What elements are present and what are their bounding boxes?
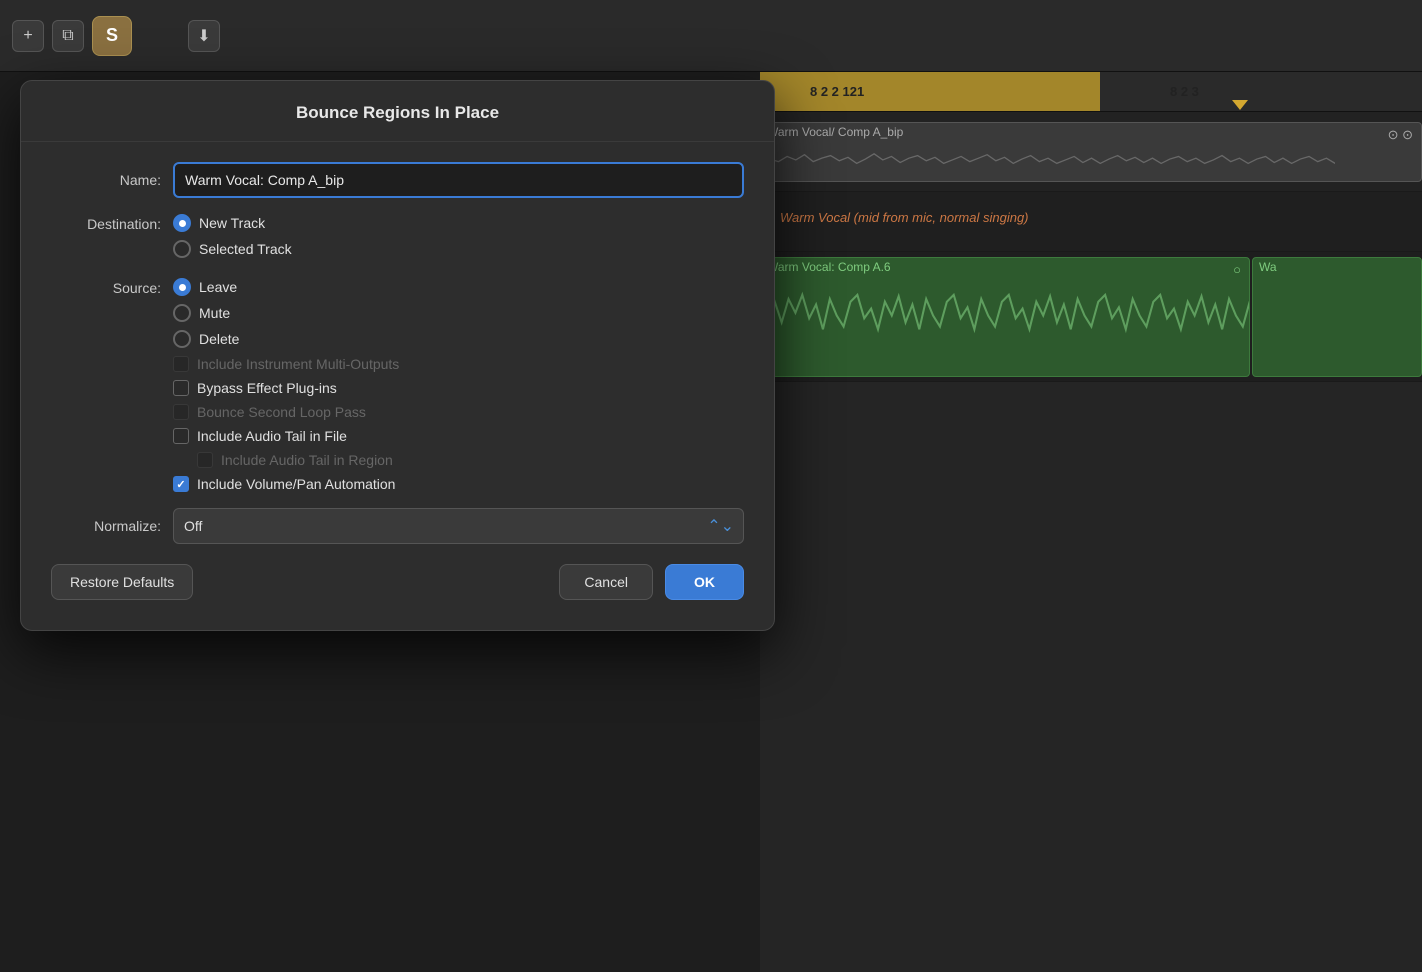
source-mute-radio[interactable]: [173, 304, 191, 322]
checkbox-volume-pan-automation-label: Include Volume/Pan Automation: [197, 476, 395, 492]
top-toolbar: + ⧉ S ⬇: [0, 0, 1422, 72]
destination-label: Destination:: [51, 214, 161, 232]
s-button[interactable]: S: [92, 16, 132, 56]
button-row: Restore Defaults Cancel OK: [21, 564, 774, 600]
link-icon: ⊙ ⊙: [1388, 127, 1413, 143]
name-input[interactable]: [173, 162, 744, 198]
track-row-green: Warm Vocal: Comp A.6 ○ Wa: [760, 252, 1422, 382]
checkbox-section: Include Instrument Multi-Outputs Bypass …: [173, 356, 744, 492]
source-delete[interactable]: Delete: [173, 330, 239, 348]
dialog-body: Name: Destination: New Track Selected Tr…: [21, 142, 774, 544]
bounce-regions-dialog: Bounce Regions In Place Name: Destinatio…: [20, 80, 775, 631]
restore-defaults-button[interactable]: Restore Defaults: [51, 564, 193, 600]
region-label-warm-vocal-comp: Warm Vocal/ Comp A_bip: [761, 122, 909, 143]
ruler-label-2: 8 2 3: [1150, 84, 1219, 99]
checkbox-volume-pan-automation[interactable]: Include Volume/Pan Automation: [173, 476, 744, 492]
duplicate-button[interactable]: ⧉: [52, 20, 84, 52]
checkbox-audio-tail-file-label: Include Audio Tail in File: [197, 428, 347, 444]
destination-selected-track-label: Selected Track: [199, 241, 292, 257]
checkbox-bounce-second-loop-box[interactable]: [173, 404, 189, 420]
track-row-annotation: Warm Vocal (mid from mic, normal singing…: [760, 192, 1422, 252]
normalize-row: Normalize: Off On ⌃⌄: [51, 508, 744, 544]
checkbox-volume-pan-automation-box[interactable]: [173, 476, 189, 492]
destination-row: Destination: New Track Selected Track: [51, 214, 744, 258]
track-annotation-label: Warm Vocal (mid from mic, normal singing…: [780, 210, 1029, 225]
audio-region-gray[interactable]: Warm Vocal/ Comp A_bip ⊙ ⊙: [760, 122, 1422, 182]
source-mute-label: Mute: [199, 305, 230, 321]
destination-selected-track-radio[interactable]: [173, 240, 191, 258]
name-field-row: Name:: [51, 162, 744, 198]
ruler-label-1: 8 2 2 121: [790, 84, 884, 99]
normalize-select-wrapper: Off On ⌃⌄: [173, 508, 744, 544]
normalize-select[interactable]: Off On: [173, 508, 744, 544]
checkbox-audio-tail-file-box[interactable]: [173, 428, 189, 444]
add-button[interactable]: +: [12, 20, 44, 52]
ok-button[interactable]: OK: [665, 564, 744, 600]
checkbox-instrument-multi-outputs[interactable]: Include Instrument Multi-Outputs: [173, 356, 744, 372]
source-label: Source:: [51, 278, 161, 296]
timeline-area: 8 2 2 121 8 2 3 Warm Vocal/ Comp A_bip ⊙…: [760, 72, 1422, 972]
checkbox-audio-tail-file[interactable]: Include Audio Tail in File: [173, 428, 744, 444]
checkbox-audio-tail-region[interactable]: Include Audio Tail in Region: [197, 452, 744, 468]
region-circle-icon: ○: [1233, 262, 1241, 277]
checkbox-bounce-second-loop[interactable]: Bounce Second Loop Pass: [173, 404, 744, 420]
checkbox-bypass-effects-label: Bypass Effect Plug-ins: [197, 380, 337, 396]
source-delete-radio[interactable]: [173, 330, 191, 348]
checkbox-bounce-second-loop-label: Bounce Second Loop Pass: [197, 404, 366, 420]
destination-new-track-label: New Track: [199, 215, 265, 231]
source-row: Source: Leave Mute Delete: [51, 278, 744, 348]
source-mute[interactable]: Mute: [173, 304, 239, 322]
destination-selected-track[interactable]: Selected Track: [173, 240, 292, 258]
checkbox-instrument-multi-outputs-box[interactable]: [173, 356, 189, 372]
timeline-ruler: 8 2 2 121 8 2 3: [760, 72, 1422, 112]
checkbox-bypass-effects-box[interactable]: [173, 380, 189, 396]
normalize-label: Normalize:: [51, 518, 161, 534]
checkbox-bypass-effects[interactable]: Bypass Effect Plug-ins: [173, 380, 744, 396]
name-label: Name:: [51, 172, 161, 188]
source-leave-radio[interactable]: [173, 278, 191, 296]
source-delete-label: Delete: [199, 331, 239, 347]
source-leave[interactable]: Leave: [173, 278, 239, 296]
destination-new-track-radio[interactable]: [173, 214, 191, 232]
audio-region-green-2[interactable]: Wa: [1252, 257, 1422, 377]
source-radio-group: Leave Mute Delete: [173, 278, 239, 348]
region-label-green-2: Wa: [1253, 257, 1283, 278]
destination-new-track[interactable]: New Track: [173, 214, 292, 232]
checkbox-audio-tail-region-label: Include Audio Tail in Region: [221, 452, 393, 468]
dialog-title: Bounce Regions In Place: [21, 81, 774, 142]
download-button[interactable]: ⬇: [188, 20, 220, 52]
checkbox-audio-tail-region-box[interactable]: [197, 452, 213, 468]
cancel-button[interactable]: Cancel: [559, 564, 653, 600]
region-label-green-1: Warm Vocal: Comp A.6: [761, 257, 897, 278]
source-leave-label: Leave: [199, 279, 237, 295]
track-row-1: Warm Vocal/ Comp A_bip ⊙ ⊙: [760, 112, 1422, 192]
destination-radio-group: New Track Selected Track: [173, 214, 292, 258]
waveform-gray: [761, 146, 1335, 181]
audio-region-green-1[interactable]: Warm Vocal: Comp A.6 ○: [760, 257, 1250, 377]
playhead-marker: [1232, 100, 1248, 110]
waveform-green: [761, 288, 1250, 371]
checkbox-instrument-multi-outputs-label: Include Instrument Multi-Outputs: [197, 356, 399, 372]
